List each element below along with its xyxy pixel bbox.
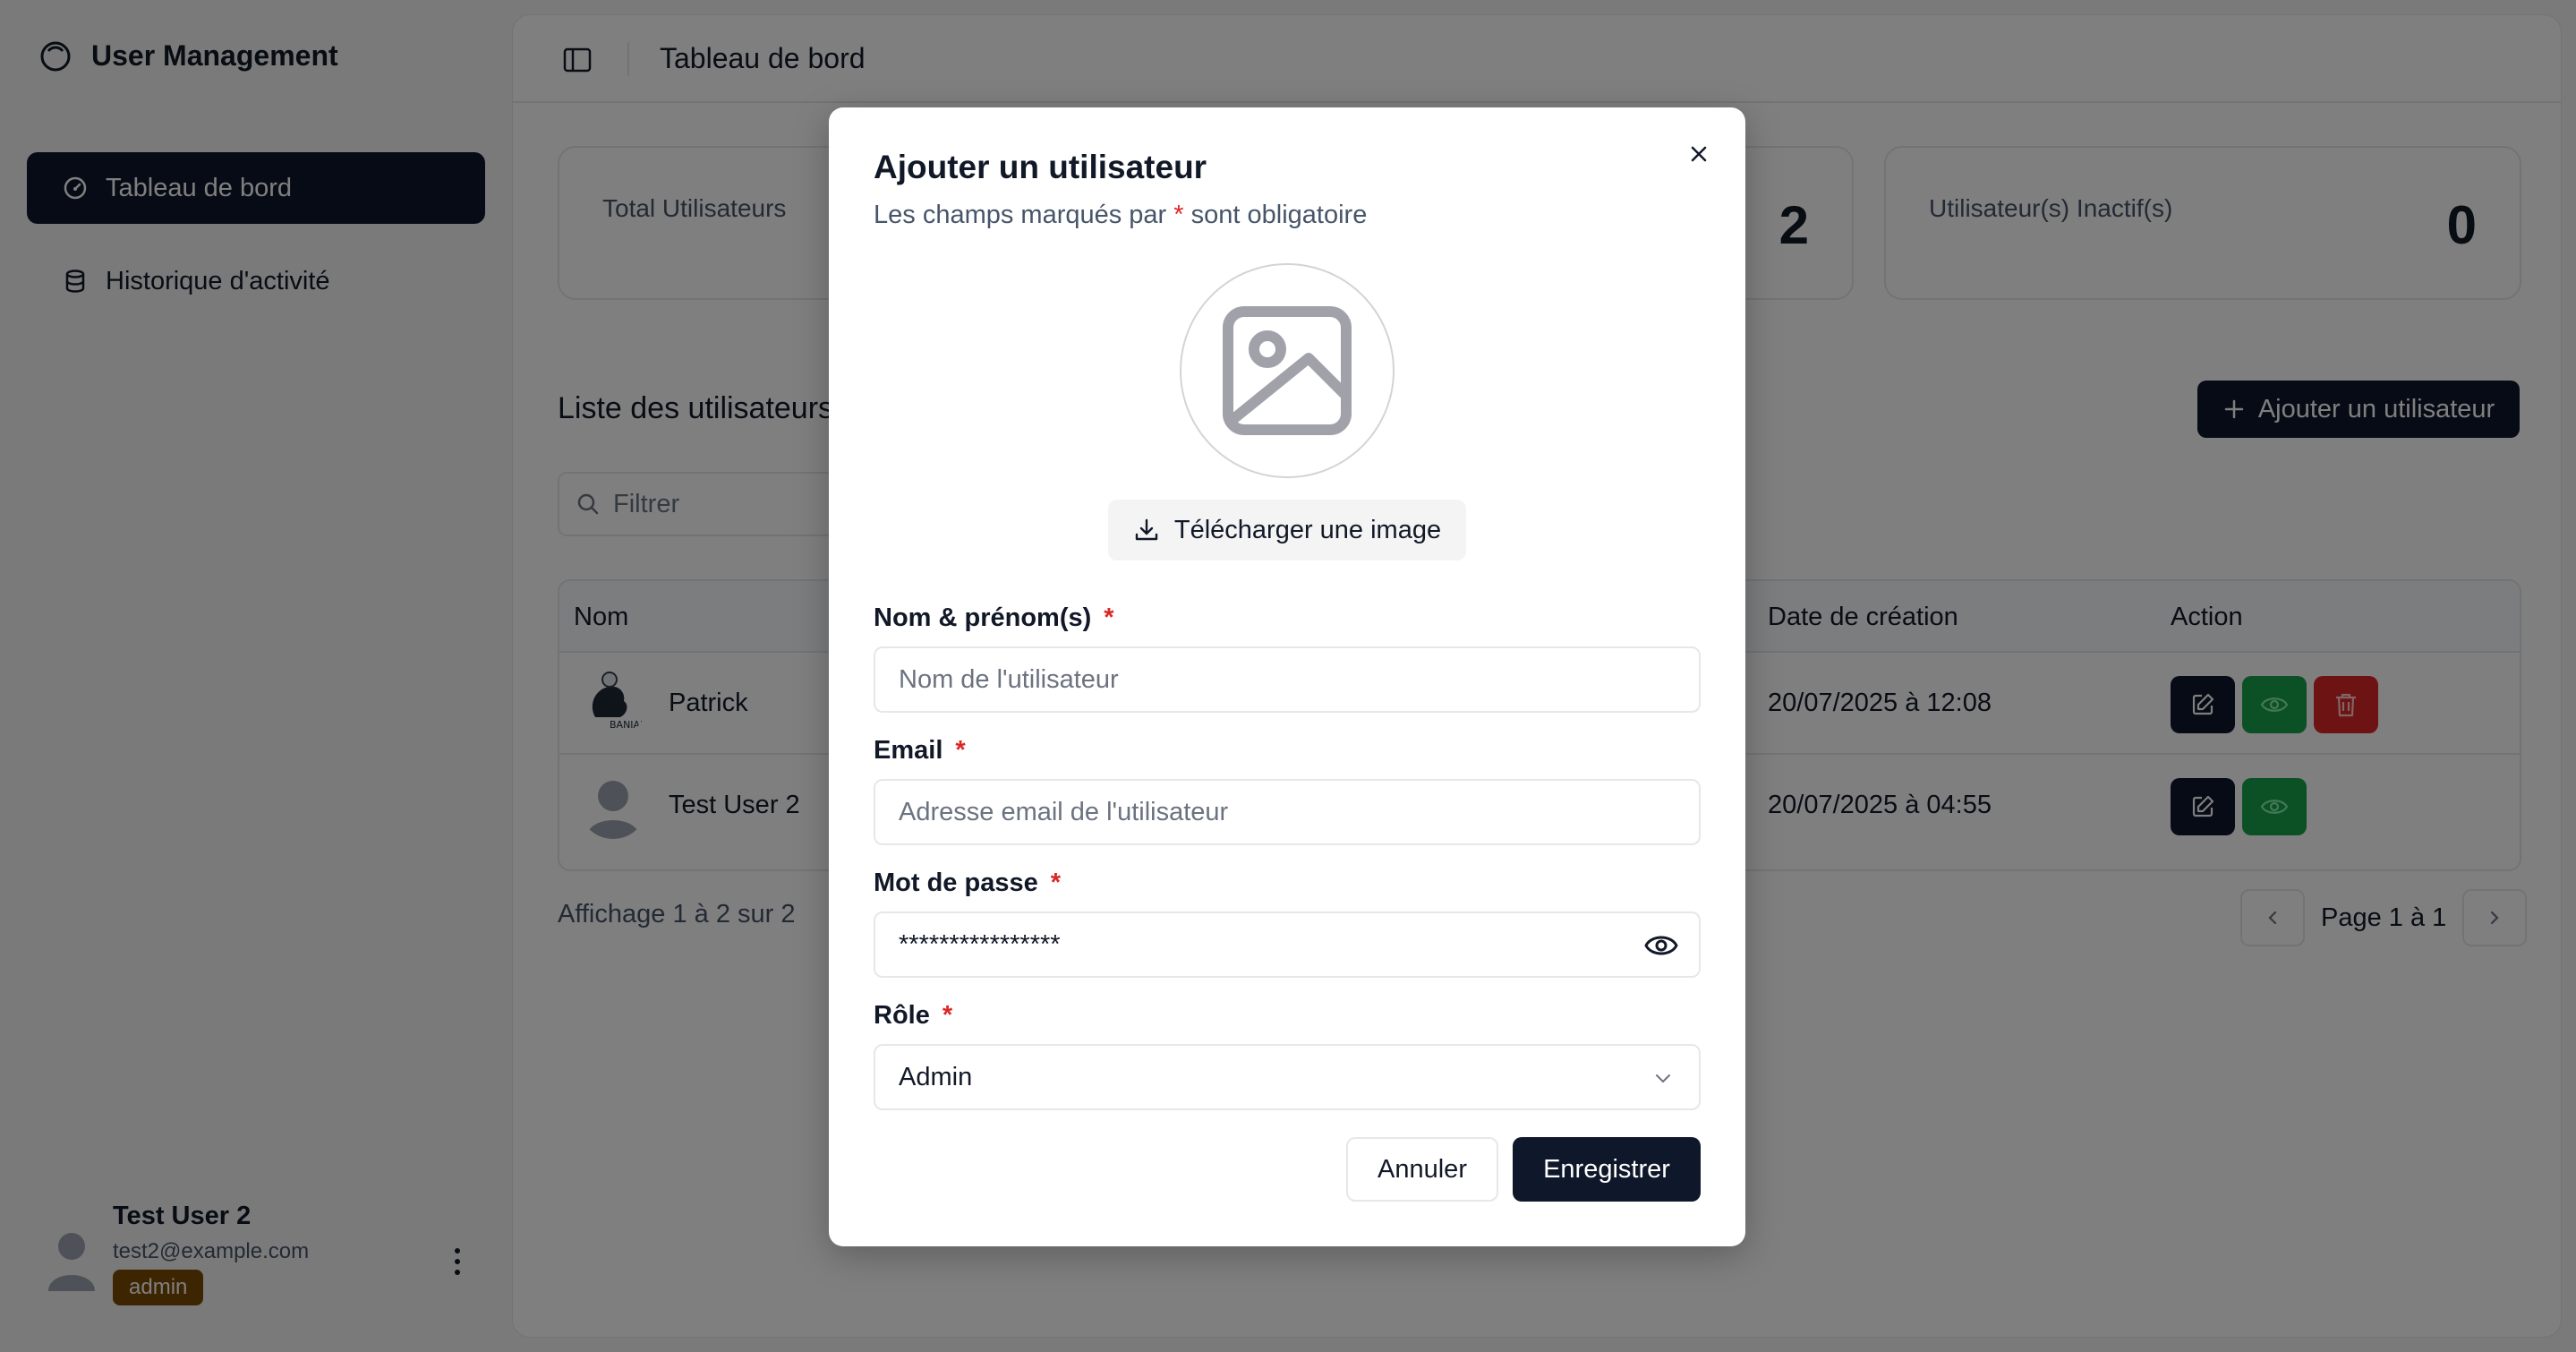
save-button[interactable]: Enregistrer xyxy=(1513,1137,1701,1202)
required-marker: * xyxy=(1173,201,1184,229)
name-label: Nom & prénom(s) * xyxy=(874,603,1114,632)
email-field[interactable]: Adresse email de l'utilisateur xyxy=(874,779,1701,845)
name-field[interactable]: Nom de l'utilisateur xyxy=(874,646,1701,713)
cancel-button[interactable]: Annuler xyxy=(1346,1137,1498,1202)
upload-image-button[interactable]: Télécharger une image xyxy=(1108,500,1466,560)
close-button[interactable] xyxy=(1683,138,1715,170)
email-label: Email * xyxy=(874,736,966,765)
add-user-dialog: Ajouter un utilisateur Les champs marqué… xyxy=(829,107,1745,1246)
role-select[interactable]: Admin xyxy=(874,1044,1701,1110)
password-label: Mot de passe * xyxy=(874,869,1062,897)
dialog-title: Ajouter un utilisateur xyxy=(874,149,1207,185)
download-icon xyxy=(1135,518,1158,541)
password-field[interactable]: **************** xyxy=(874,911,1701,978)
chevron-down-icon xyxy=(1656,1074,1670,1083)
dialog-subtitle: Les champs marqués par * sont obligatoir… xyxy=(874,201,1368,229)
eye-icon[interactable] xyxy=(1643,929,1679,962)
close-icon xyxy=(1691,146,1707,162)
image-preview xyxy=(1180,263,1395,478)
image-placeholder-icon xyxy=(1223,306,1352,435)
role-label: Rôle * xyxy=(874,1001,953,1030)
upload-image-label: Télécharger une image xyxy=(1173,515,1442,544)
